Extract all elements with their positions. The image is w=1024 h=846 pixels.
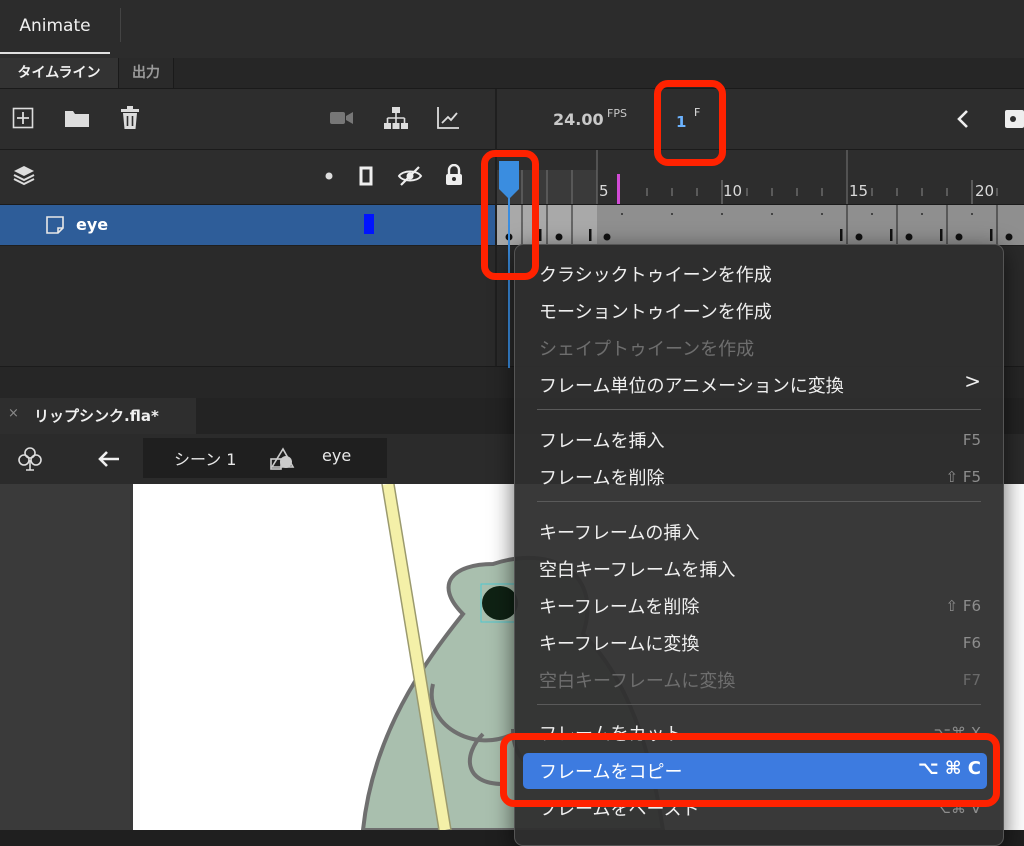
back-arrow-icon[interactable]	[96, 448, 122, 470]
annotation-highlight-frame-counter	[654, 80, 726, 166]
tab-output[interactable]: 出力	[118, 58, 174, 88]
annotation-highlight-playhead	[481, 150, 539, 280]
ruler-label-5: 5	[599, 182, 609, 200]
menu-item-convert-blank-keyframe: 空白キーフレームに変換	[539, 671, 736, 692]
ruler-label-10: 10	[723, 182, 743, 200]
shortcut-delete-keyframe: ⇧ F6	[945, 597, 981, 615]
menu-item-motion-tween[interactable]: モーショントゥイーンを作成	[539, 298, 772, 324]
menu-item-insert-frame[interactable]: フレームを挿入	[539, 427, 664, 453]
close-icon[interactable]: ×	[8, 406, 19, 421]
frame-ruler[interactable]: 5 10 15 20	[497, 150, 1024, 205]
hide-eye-icon[interactable]	[396, 164, 424, 188]
app-tab-bar	[0, 0, 1024, 59]
menu-item-delete-keyframe[interactable]: キーフレームを削除	[539, 593, 699, 619]
menu-item-shape-tween: シェイプトゥイーンを作成	[539, 339, 755, 360]
chevron-right-icon: >	[964, 369, 981, 393]
layer-parenting-icon[interactable]	[383, 104, 409, 132]
breadcrumb-symbol[interactable]: eye	[322, 446, 351, 465]
outline-icon[interactable]	[356, 164, 376, 188]
delete-icon[interactable]	[118, 104, 142, 132]
ruler-label-15: 15	[849, 182, 869, 200]
layer-list-empty	[0, 246, 495, 366]
app-tab[interactable]: Animate	[0, 0, 110, 54]
new-layer-icon[interactable]	[10, 105, 36, 131]
symbol-club-icon[interactable]	[16, 446, 44, 472]
menu-separator	[537, 409, 981, 410]
menu-item-classic-tween[interactable]: クラシックトゥイーンを作成	[539, 261, 772, 287]
new-folder-icon[interactable]	[63, 105, 91, 131]
panel-tab-bar: タイムライン 出力	[0, 58, 1024, 89]
graph-icon[interactable]	[435, 105, 461, 131]
menu-separator	[537, 704, 981, 705]
chevron-left-icon[interactable]	[952, 106, 974, 132]
timeline-toolbar	[0, 89, 1024, 150]
menu-item-convert-frame-animation[interactable]: フレーム単位のアニメーションに変換	[539, 372, 844, 398]
layer-row-eye[interactable]	[0, 205, 495, 245]
graphic-symbol-icon	[268, 446, 296, 472]
shortcut-insert-frame: F5	[962, 431, 981, 449]
layer-color-swatch[interactable]	[364, 214, 374, 234]
menu-item-insert-keyframe[interactable]: キーフレームの挿入	[539, 519, 699, 545]
menu-item-convert-keyframe[interactable]: キーフレームに変換	[539, 630, 699, 656]
shortcut-delete-frame: ⇧ F5	[945, 468, 981, 486]
fps-value[interactable]: 24.00	[553, 110, 604, 129]
highlight-dot-icon[interactable]	[322, 169, 336, 183]
layer-name[interactable]: eye	[76, 215, 108, 234]
fps-label: FPS	[607, 107, 627, 120]
camera-icon[interactable]	[329, 107, 355, 129]
lock-icon[interactable]	[443, 162, 465, 188]
menu-separator	[537, 501, 981, 502]
breadcrumb-scene[interactable]: シーン 1	[174, 446, 236, 470]
marker-magenta	[617, 174, 620, 204]
menu-item-insert-blank-keyframe[interactable]: 空白キーフレームを挿入	[539, 556, 735, 582]
layer-type-icon	[44, 214, 66, 236]
layers-icon[interactable]	[11, 163, 37, 189]
shortcut-convert-blank-keyframe: F7	[962, 671, 981, 689]
annotation-highlight-copy-frames	[500, 733, 1000, 807]
tab-timeline[interactable]: タイムライン	[0, 58, 118, 88]
tab-divider	[120, 8, 121, 42]
shortcut-convert-keyframe: F6	[962, 634, 981, 652]
document-title[interactable]: リップシンク.fla*	[34, 405, 159, 426]
menu-item-delete-frame[interactable]: フレームを削除	[539, 464, 664, 490]
keyframe-nav-icon[interactable]	[1002, 108, 1024, 130]
frames-row[interactable]	[497, 205, 1024, 245]
ruler-label-20: 20	[975, 182, 995, 200]
